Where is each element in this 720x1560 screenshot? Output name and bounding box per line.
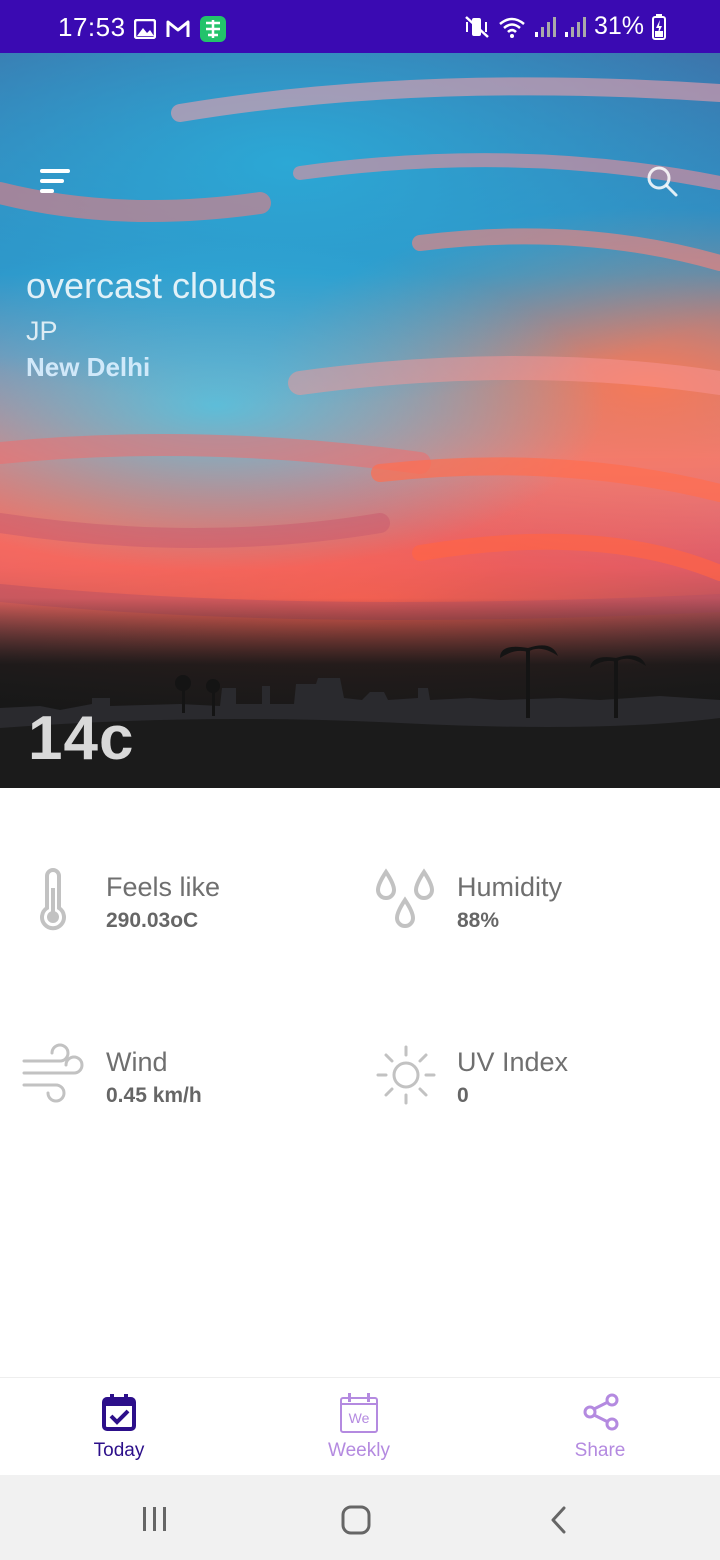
weather-hero: overcast clouds JP New Delhi 14c xyxy=(0,53,720,788)
search-icon xyxy=(647,166,678,197)
bottom-navigation: Today We Weekly Share xyxy=(0,1377,720,1476)
stat-value: 0.45 km/h xyxy=(106,1084,202,1107)
sun-icon xyxy=(376,1045,436,1105)
droplets-icon xyxy=(375,868,435,928)
menu-icon xyxy=(40,169,70,173)
stat-label: UV Index xyxy=(457,1047,569,1077)
status-system-icons: 31% xyxy=(464,12,666,41)
stat-label: Wind xyxy=(106,1047,168,1077)
nav-label: Weekly xyxy=(328,1440,390,1461)
search-button[interactable] xyxy=(644,163,684,203)
stat-label: Humidity xyxy=(457,872,563,902)
stat-wind: Wind 0.45 km/h xyxy=(0,1035,360,1115)
wifi-icon xyxy=(499,17,525,38)
calendar-week-label: We xyxy=(348,1410,370,1426)
menu-button[interactable] xyxy=(36,165,78,201)
signal-icon xyxy=(534,16,556,37)
battery-percent: 31% xyxy=(593,12,644,40)
calendar-check-icon xyxy=(102,1394,136,1431)
status-notification-icons xyxy=(134,16,226,42)
nav-weekly[interactable]: We Weekly xyxy=(279,1378,439,1476)
battery-charging-icon xyxy=(652,13,666,40)
thermometer-icon xyxy=(40,868,66,931)
nav-share[interactable]: Share xyxy=(520,1378,680,1476)
stat-feels-like: Feels like 290.03oC xyxy=(0,860,360,940)
image-icon xyxy=(134,19,156,39)
nav-label: Share xyxy=(574,1440,626,1461)
recents-icon[interactable] xyxy=(140,1505,170,1533)
stat-uv-index: UV Index 0 xyxy=(360,1035,720,1115)
mute-vibrate-icon xyxy=(465,15,489,38)
weather-description: overcast clouds xyxy=(26,265,277,306)
wind-icon xyxy=(22,1043,84,1103)
city-name: New Delhi xyxy=(26,352,151,382)
share-icon xyxy=(583,1393,619,1431)
temperature: 14c xyxy=(28,704,135,773)
back-icon[interactable] xyxy=(548,1505,570,1535)
signal-icon xyxy=(564,16,586,37)
stat-value: 88% xyxy=(457,909,500,932)
system-navigation-bar xyxy=(0,1475,720,1560)
status-bar: 17:53 31% xyxy=(0,0,720,53)
nav-label: Today xyxy=(93,1440,145,1461)
app-notification-icon xyxy=(200,16,226,42)
stat-value: 0 xyxy=(457,1084,469,1107)
stat-label: Feels like xyxy=(106,872,221,902)
nav-today[interactable]: Today xyxy=(39,1378,199,1476)
stat-humidity: Humidity 88% xyxy=(360,860,720,940)
gmail-icon xyxy=(166,20,190,37)
status-time: 17:53 xyxy=(58,12,126,42)
country-code: JP xyxy=(26,316,58,346)
stat-value: 290.03oC xyxy=(106,909,199,932)
home-icon[interactable] xyxy=(340,1504,372,1536)
